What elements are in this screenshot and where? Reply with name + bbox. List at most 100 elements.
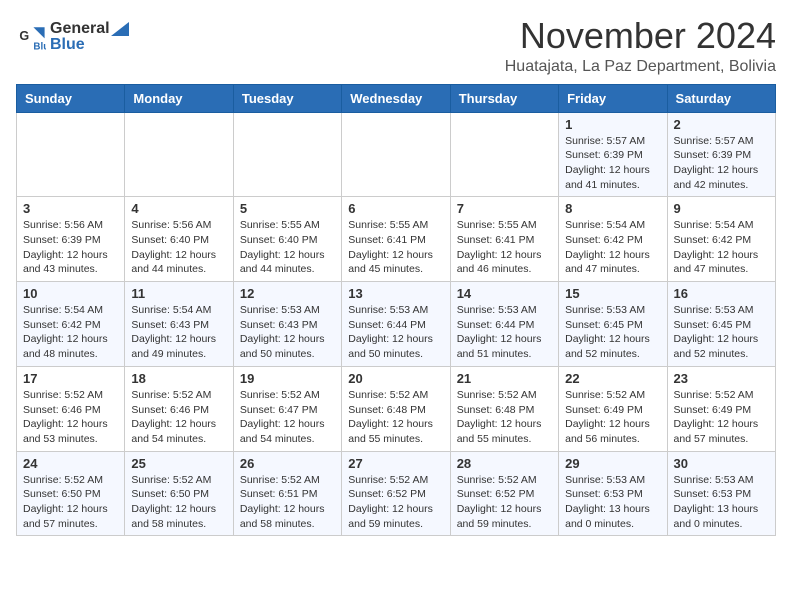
day-number: 12 bbox=[240, 286, 335, 301]
calendar-cell: 11Sunrise: 5:54 AM Sunset: 6:43 PM Dayli… bbox=[125, 282, 233, 367]
day-info: Sunrise: 5:52 AM Sunset: 6:47 PM Dayligh… bbox=[240, 388, 335, 447]
day-info: Sunrise: 5:54 AM Sunset: 6:42 PM Dayligh… bbox=[23, 303, 118, 362]
calendar-cell: 28 Sunrise: 5:52 AM Sunset: 6:52 PM Dayli… bbox=[450, 451, 558, 536]
day-number: 16 bbox=[674, 286, 769, 301]
calendar-cell: 1 Sunrise: 5:57 AM Sunset: 6:39 PM Daylig… bbox=[559, 112, 667, 197]
day-number: 23 bbox=[674, 371, 769, 386]
calendar-cell: 21 Sunrise: 5:52 AM Sunset: 6:48 PM Dayli… bbox=[450, 366, 558, 451]
day-number: 14 bbox=[457, 286, 552, 301]
day-number: 29 bbox=[565, 456, 660, 471]
day-info: Sunrise: 5:53 AM Sunset: 6:45 PM Dayligh… bbox=[565, 303, 660, 362]
day-info: Sunrise: 5:52 AM Sunset: 6:46 PM Dayligh… bbox=[131, 388, 226, 447]
col-header-friday: Friday bbox=[559, 84, 667, 112]
day-info: Sunrise: 5:52 AM Sunset: 6:49 PM Dayligh… bbox=[674, 388, 769, 447]
calendar-cell: 23 Sunrise: 5:52 AM Sunset: 6:49 PM Dayli… bbox=[667, 366, 775, 451]
day-info: Sunrise: 5:52 AM Sunset: 6:48 PM Dayligh… bbox=[457, 388, 552, 447]
day-number: 20 bbox=[348, 371, 443, 386]
day-number: 3 bbox=[23, 201, 118, 216]
col-header-wednesday: Wednesday bbox=[342, 84, 450, 112]
day-info: Sunrise: 5:52 AM Sunset: 6:52 PM Dayligh… bbox=[348, 473, 443, 532]
day-number: 25 bbox=[131, 456, 226, 471]
day-number: 21 bbox=[457, 371, 552, 386]
calendar-cell: 29 Sunrise: 5:53 AM Sunset: 6:53 PM Dayli… bbox=[559, 451, 667, 536]
calendar-cell: 22 Sunrise: 5:52 AM Sunset: 6:49 PM Dayli… bbox=[559, 366, 667, 451]
day-info: Sunrise: 5:53 AM Sunset: 6:44 PM Dayligh… bbox=[457, 303, 552, 362]
day-info: Sunrise: 5:53 AM Sunset: 6:53 PM Dayligh… bbox=[674, 473, 769, 532]
calendar-cell: 5 Sunrise: 5:55 AM Sunset: 6:40 PM Daylig… bbox=[233, 197, 341, 282]
day-number: 5 bbox=[240, 201, 335, 216]
svg-text:Blue: Blue bbox=[33, 42, 46, 51]
col-header-thursday: Thursday bbox=[450, 84, 558, 112]
day-number: 18 bbox=[131, 371, 226, 386]
day-info: Sunrise: 5:55 AM Sunset: 6:40 PM Dayligh… bbox=[240, 218, 335, 277]
day-info: Sunrise: 5:53 AM Sunset: 6:53 PM Dayligh… bbox=[565, 473, 660, 532]
calendar-table: SundayMondayTuesdayWednesdayThursdayFrid… bbox=[16, 84, 776, 537]
calendar-cell: 17 Sunrise: 5:52 AM Sunset: 6:46 PM Dayli… bbox=[17, 366, 125, 451]
day-info: Sunrise: 5:55 AM Sunset: 6:41 PM Dayligh… bbox=[348, 218, 443, 277]
calendar-cell: 24Sunrise: 5:52 AM Sunset: 6:50 PM Dayli… bbox=[17, 451, 125, 536]
day-number: 13 bbox=[348, 286, 443, 301]
day-number: 15 bbox=[565, 286, 660, 301]
calendar-week-2: 3Sunrise: 5:56 AM Sunset: 6:39 PM Daylig… bbox=[17, 197, 776, 282]
calendar-cell: 3Sunrise: 5:56 AM Sunset: 6:39 PM Daylig… bbox=[17, 197, 125, 282]
day-info: Sunrise: 5:52 AM Sunset: 6:48 PM Dayligh… bbox=[348, 388, 443, 447]
calendar-week-4: 17 Sunrise: 5:52 AM Sunset: 6:46 PM Dayli… bbox=[17, 366, 776, 451]
calendar-cell: 14 Sunrise: 5:53 AM Sunset: 6:44 PM Dayli… bbox=[450, 282, 558, 367]
calendar-cell: 10Sunrise: 5:54 AM Sunset: 6:42 PM Dayli… bbox=[17, 282, 125, 367]
day-number: 17 bbox=[23, 371, 118, 386]
day-number: 4 bbox=[131, 201, 226, 216]
day-number: 28 bbox=[457, 456, 552, 471]
day-info: Sunrise: 5:52 AM Sunset: 6:52 PM Dayligh… bbox=[457, 473, 552, 532]
svg-text:G: G bbox=[19, 29, 29, 43]
calendar-cell: 26Sunrise: 5:52 AM Sunset: 6:51 PM Dayli… bbox=[233, 451, 341, 536]
day-number: 9 bbox=[674, 201, 769, 216]
day-number: 27 bbox=[348, 456, 443, 471]
day-number: 22 bbox=[565, 371, 660, 386]
day-info: Sunrise: 5:52 AM Sunset: 6:51 PM Dayligh… bbox=[240, 473, 335, 532]
calendar-cell: 15 Sunrise: 5:53 AM Sunset: 6:45 PM Dayli… bbox=[559, 282, 667, 367]
day-info: Sunrise: 5:54 AM Sunset: 6:42 PM Dayligh… bbox=[674, 218, 769, 277]
day-number: 1 bbox=[565, 117, 660, 132]
day-info: Sunrise: 5:57 AM Sunset: 6:39 PM Dayligh… bbox=[565, 134, 660, 193]
logo-general: General bbox=[50, 20, 110, 37]
calendar-cell bbox=[125, 112, 233, 197]
day-info: Sunrise: 5:52 AM Sunset: 6:49 PM Dayligh… bbox=[565, 388, 660, 447]
calendar-cell: 18 Sunrise: 5:52 AM Sunset: 6:46 PM Dayli… bbox=[125, 366, 233, 451]
day-info: Sunrise: 5:53 AM Sunset: 6:44 PM Dayligh… bbox=[348, 303, 443, 362]
logo-blue-text: Blue bbox=[50, 36, 130, 54]
calendar-cell bbox=[233, 112, 341, 197]
calendar-cell: 12 Sunrise: 5:53 AM Sunset: 6:43 PM Dayli… bbox=[233, 282, 341, 367]
location: Huatajata, La Paz Department, Bolivia bbox=[505, 58, 776, 76]
day-number: 19 bbox=[240, 371, 335, 386]
calendar-cell: 25 Sunrise: 5:52 AM Sunset: 6:50 PM Dayli… bbox=[125, 451, 233, 536]
day-info: Sunrise: 5:52 AM Sunset: 6:46 PM Dayligh… bbox=[23, 388, 118, 447]
col-header-tuesday: Tuesday bbox=[233, 84, 341, 112]
day-number: 8 bbox=[565, 201, 660, 216]
calendar-cell: 27 Sunrise: 5:52 AM Sunset: 6:52 PM Dayli… bbox=[342, 451, 450, 536]
calendar-cell: 6 Sunrise: 5:55 AM Sunset: 6:41 PM Daylig… bbox=[342, 197, 450, 282]
day-info: Sunrise: 5:57 AM Sunset: 6:39 PM Dayligh… bbox=[674, 134, 769, 193]
day-number: 6 bbox=[348, 201, 443, 216]
calendar-cell: 16 Sunrise: 5:53 AM Sunset: 6:45 PM Dayli… bbox=[667, 282, 775, 367]
calendar-week-3: 10Sunrise: 5:54 AM Sunset: 6:42 PM Dayli… bbox=[17, 282, 776, 367]
logo-triangle bbox=[111, 22, 129, 36]
title-block: November 2024 Huatajata, La Paz Departme… bbox=[505, 16, 776, 76]
calendar-cell: 13 Sunrise: 5:53 AM Sunset: 6:44 PM Dayli… bbox=[342, 282, 450, 367]
day-info: Sunrise: 5:54 AM Sunset: 6:42 PM Dayligh… bbox=[565, 218, 660, 277]
day-number: 7 bbox=[457, 201, 552, 216]
calendar-header-row: SundayMondayTuesdayWednesdayThursdayFrid… bbox=[17, 84, 776, 112]
calendar-cell: 9 Sunrise: 5:54 AM Sunset: 6:42 PM Daylig… bbox=[667, 197, 775, 282]
col-header-sunday: Sunday bbox=[17, 84, 125, 112]
logo: G Blue General Blue bbox=[16, 20, 130, 54]
month-title: November 2024 bbox=[505, 16, 776, 56]
day-info: Sunrise: 5:53 AM Sunset: 6:43 PM Dayligh… bbox=[240, 303, 335, 362]
calendar-cell: 2 Sunrise: 5:57 AM Sunset: 6:39 PM Daylig… bbox=[667, 112, 775, 197]
day-info: Sunrise: 5:52 AM Sunset: 6:50 PM Dayligh… bbox=[131, 473, 226, 532]
calendar-cell bbox=[17, 112, 125, 197]
day-number: 24 bbox=[23, 456, 118, 471]
day-info: Sunrise: 5:53 AM Sunset: 6:45 PM Dayligh… bbox=[674, 303, 769, 362]
col-header-saturday: Saturday bbox=[667, 84, 775, 112]
calendar-cell: 20 Sunrise: 5:52 AM Sunset: 6:48 PM Dayli… bbox=[342, 366, 450, 451]
day-info: Sunrise: 5:56 AM Sunset: 6:40 PM Dayligh… bbox=[131, 218, 226, 277]
day-number: 2 bbox=[674, 117, 769, 132]
